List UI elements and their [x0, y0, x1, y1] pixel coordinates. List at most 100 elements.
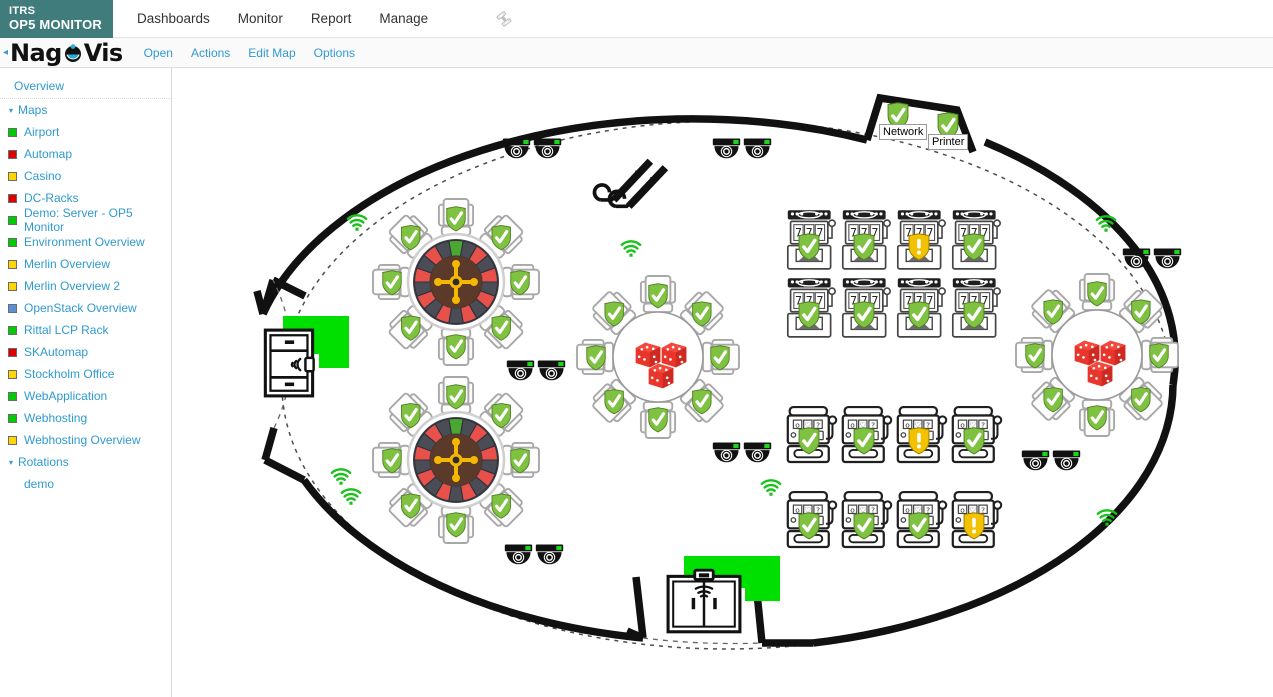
sidebar-item-merlin-overview[interactable]: Merlin Overview [0, 253, 171, 275]
dice-table-1[interactable] [576, 275, 740, 439]
map-label-network[interactable]: Network [879, 124, 928, 140]
status-badge [8, 259, 17, 269]
slot-group-bottom-r1c2[interactable] [841, 405, 893, 464]
slot-machines [786, 209, 1003, 549]
sidebar-item-merlin-overview-2[interactable]: Merlin Overview 2 [0, 275, 171, 297]
slot-group-top-r2c3[interactable] [896, 277, 947, 338]
sidebar-item-webhosting-overview[interactable]: Webhosting Overview [0, 429, 171, 451]
status-badge [8, 237, 17, 247]
sidebar-item-openstack-overview[interactable]: OpenStack Overview [0, 297, 171, 319]
sidebar-item-overview[interactable]: Overview [0, 74, 171, 99]
wrench-icon[interactable] [494, 0, 514, 37]
nagvis-logo[interactable]: Nag Vis [10, 41, 123, 65]
status-badge [8, 391, 17, 401]
sidebar-item-casino[interactable]: Casino [0, 165, 171, 187]
sidebar-item-webhosting[interactable]: Webhosting [0, 407, 171, 429]
camera-pair-5-camera-icon-1[interactable] [504, 543, 533, 565]
slot-group-top-r2c4[interactable] [951, 277, 1002, 338]
sidebar-item-demo[interactable]: demo [0, 473, 171, 495]
sidebar-collapse-button[interactable]: ◂ [0, 47, 10, 58]
wifi-ap-4-icon[interactable] [330, 468, 352, 486]
slot-group-bottom-r2c4[interactable] [951, 490, 1003, 549]
camera-pair-3-camera-icon-1[interactable] [506, 359, 535, 381]
slot-group-top-r1c2[interactable] [841, 209, 892, 270]
brand-logo[interactable]: ITRS OP5 MONITOR [0, 0, 113, 38]
app-bar: ITRS OP5 MONITOR Dashboards Monitor Repo… [0, 0, 1273, 38]
sidebar-item-environment-overview[interactable]: Environment Overview [0, 231, 171, 253]
sidebar-item-label: WebApplication [24, 389, 108, 403]
dice-table-1-die-2 [661, 342, 687, 368]
camera-pair-2-camera-icon-1[interactable] [712, 137, 741, 159]
sidebar-item-stockholm-office[interactable]: Stockholm Office [0, 363, 171, 385]
nagvis-menu-actions[interactable]: Actions [182, 46, 239, 60]
dice-table-2[interactable] [1015, 273, 1179, 437]
slot-group-bottom-r1c1[interactable] [786, 405, 838, 464]
wifi-ap-1-icon[interactable] [346, 214, 368, 232]
sidebar-item-label: Webhosting Overview [24, 433, 141, 447]
slot-group-top-r1c3[interactable] [896, 209, 947, 270]
slot-group-bottom-r2c3[interactable] [896, 490, 948, 549]
camera-pair-1-camera-icon-2[interactable] [533, 137, 562, 159]
sidebar-group-rotations[interactable]: ▾ Rotations [0, 451, 171, 473]
map-graphics: 7 7 7 o ♡ ? [253, 93, 1182, 650]
sidebar-group-maps[interactable]: ▾ Maps [0, 99, 171, 121]
wifi-ap-2-icon[interactable] [620, 240, 642, 258]
nav-dashboards[interactable]: Dashboards [123, 0, 224, 37]
nav-monitor[interactable]: Monitor [224, 0, 297, 37]
camera-pair-2-camera-icon-2[interactable] [743, 137, 772, 159]
nagvis-menu-open[interactable]: Open [135, 46, 182, 60]
slot-group-top-r1c4[interactable] [951, 209, 1002, 270]
sidebar-item-rittal-lcp-rack[interactable]: Rittal LCP Rack [0, 319, 171, 341]
slot-group-top-r2c1[interactable] [786, 277, 837, 338]
sidebar-item-airport[interactable]: Airport [0, 121, 171, 143]
camera-pair-7-camera-icon-2[interactable] [1153, 247, 1182, 269]
nagvis-menu-edit-map[interactable]: Edit Map [239, 46, 304, 60]
roulette-spoke-knob [470, 278, 478, 286]
sidebar-group-label: Maps [18, 103, 48, 117]
wifi-ap-6-icon[interactable] [760, 479, 782, 497]
map-label-printer[interactable]: Printer [928, 134, 969, 150]
roulette-spoke-knob [452, 474, 460, 482]
status-badge [8, 215, 17, 225]
nagvis-toolbar: ◂ Nag Vis Open Actions Edit Map Options [0, 38, 1273, 68]
dice-table-2-die-3 [1087, 361, 1113, 387]
sidebar-item-label: Merlin Overview [24, 257, 111, 271]
slot-group-bottom-r2c2[interactable] [841, 490, 893, 549]
slot-group-top-r2c2[interactable] [841, 277, 892, 338]
slot-group-top-r1c1[interactable] [786, 209, 837, 270]
roulette-table-2[interactable] [372, 376, 540, 544]
sidebar-item-label: Airport [24, 125, 60, 139]
casino-floor-map[interactable]: 7 7 7 o ♡ ? [173, 68, 1273, 697]
camera-pair-5-camera-icon-2[interactable] [535, 543, 564, 565]
nagvis-menu-options[interactable]: Options [305, 46, 364, 60]
dice-table-1-die-1 [635, 342, 661, 368]
camera-pair-4-camera-icon-2[interactable] [743, 441, 772, 463]
sidebar-item-label: Webhosting [24, 411, 88, 425]
slot-group-bottom-r1c4[interactable] [951, 405, 1003, 464]
roulette-table-1[interactable] [372, 198, 540, 366]
camera-pair-4-camera-icon-1[interactable] [712, 441, 741, 463]
status-badge [8, 193, 17, 203]
camera-pair-3-camera-icon-2[interactable] [537, 359, 566, 381]
sidebar-item-webapplication[interactable]: WebApplication [0, 385, 171, 407]
camera-pair-6-camera-icon-1[interactable] [1021, 449, 1050, 471]
sidebar[interactable]: Overview ▾ Maps Airport Automap Casino DC-R… [0, 68, 172, 697]
sidebar-rotations-list: demo [0, 473, 171, 495]
slot-group-bottom-r2c1[interactable] [786, 490, 838, 549]
camera-pair-6-camera-icon-2[interactable] [1052, 449, 1081, 471]
roulette-spoke-knob [452, 260, 460, 268]
escalator[interactable] [594, 161, 665, 206]
sidebar-item-automap[interactable]: Automap [0, 143, 171, 165]
nav-report[interactable]: Report [297, 0, 366, 37]
wifi-ap-5-icon[interactable] [340, 488, 362, 506]
status-badge [8, 325, 17, 335]
sidebar-group-label: Rotations [18, 455, 69, 469]
door-access-left[interactable] [263, 316, 349, 398]
sidebar-item-label: Rittal LCP Rack [24, 323, 109, 337]
sidebar-item-skautomap[interactable]: SKAutomap [0, 341, 171, 363]
camera-pair-1-camera-icon-1[interactable] [502, 137, 531, 159]
slot-group-bottom-r1c3[interactable] [896, 405, 948, 464]
nav-manage[interactable]: Manage [365, 0, 442, 37]
sidebar-item-demo-server-op5-monitor[interactable]: Demo: Server - OP5 Monitor [0, 206, 171, 234]
nagvis-logo-part2: Vis [83, 38, 123, 67]
